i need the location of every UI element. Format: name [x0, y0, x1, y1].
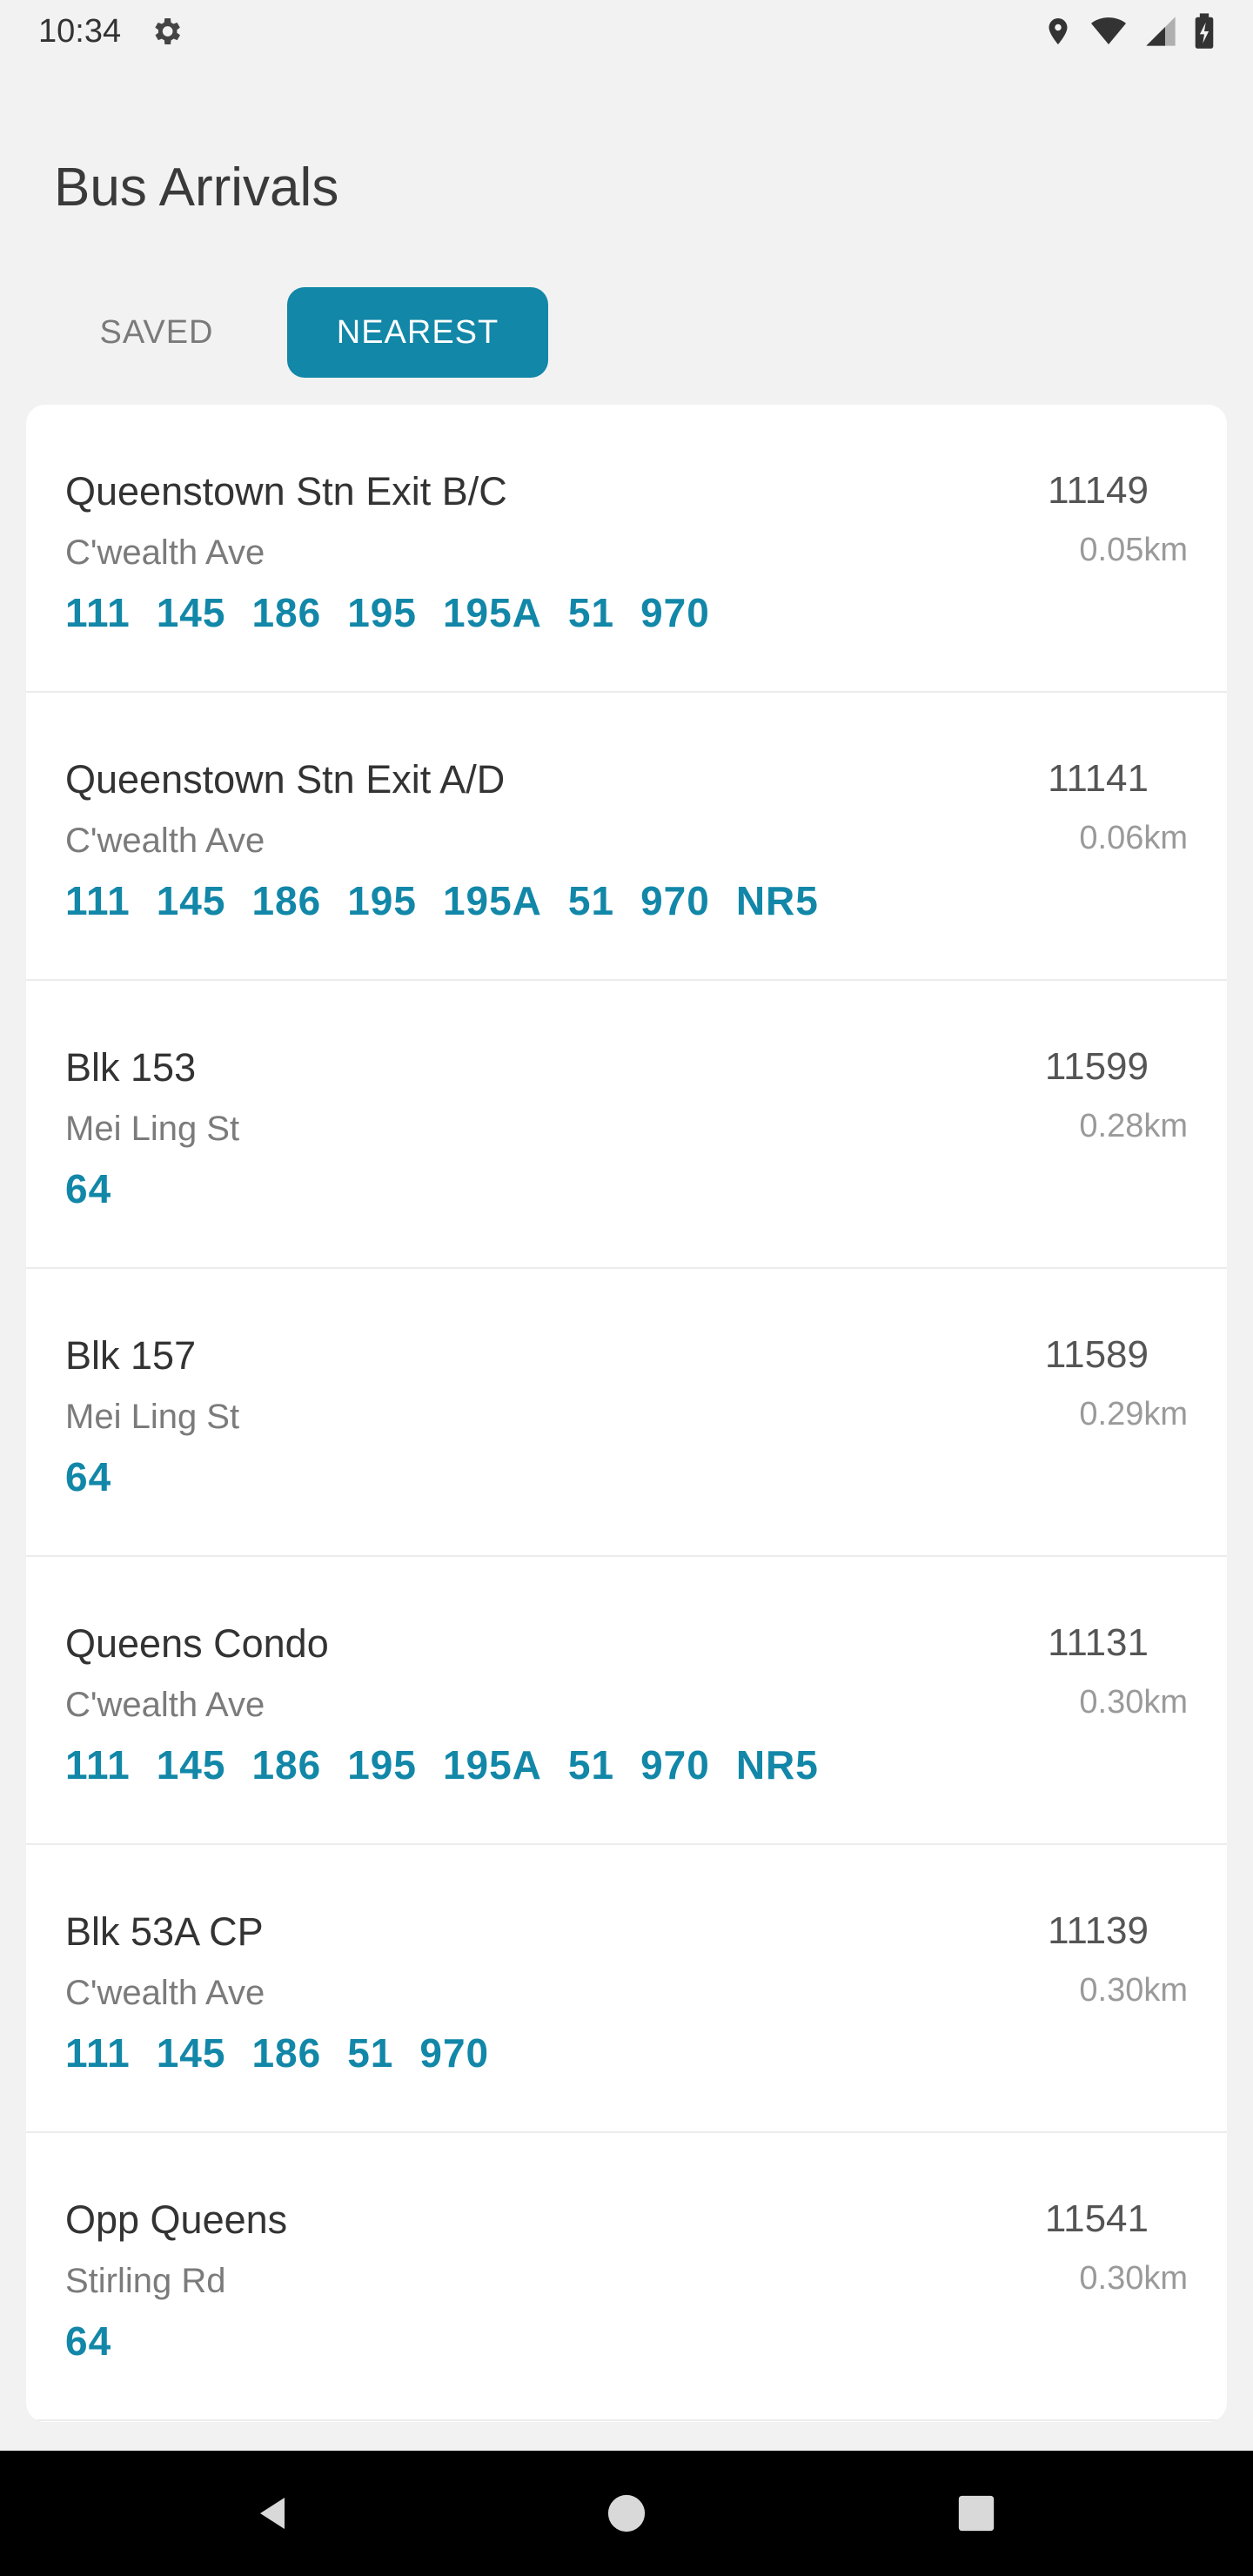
stop-name: Blk 53A CP [65, 1909, 264, 1954]
route-list: 111 145 186 195 195A 51 970 NR5 [65, 877, 819, 924]
navigation-bar [0, 2451, 1253, 2576]
stop-distance: 0.06km [1079, 820, 1188, 856]
status-icons [1042, 13, 1215, 50]
route-number: 145 [156, 2030, 226, 2076]
nearest-stops-list: Queenstown Stn Exit B/C C'wealth Ave 111… [26, 405, 1227, 2422]
status-bar: 10:34 [0, 0, 1253, 63]
route-number: 970 [640, 590, 710, 635]
stop-code: 11541 [1044, 2197, 1149, 2240]
cellular-icon [1146, 17, 1176, 46]
stop-road: C'wealth Ave [65, 1686, 265, 1724]
route-number: 186 [251, 2030, 322, 2076]
route-number: 195A [442, 1742, 542, 1788]
stop-name: Queenstown Stn Exit A/D [65, 757, 506, 802]
route-number: 186 [251, 878, 322, 923]
stop-code: 11131 [1048, 1621, 1149, 1664]
stop-distance: 0.29km [1079, 1396, 1188, 1432]
route-number: 195 [347, 590, 417, 635]
route-number: 195 [347, 878, 417, 923]
stop-code: 11589 [1044, 1333, 1149, 1376]
stop-code: 11141 [1048, 757, 1149, 800]
route-number: 51 [567, 1742, 615, 1788]
stop-code: 11139 [1048, 1909, 1149, 1952]
tab-saved[interactable]: SAVED [52, 287, 261, 378]
list-item[interactable]: Queenstown Stn Exit A/D C'wealth Ave 111… [26, 693, 1227, 981]
recents-icon[interactable] [957, 2494, 995, 2532]
status-time: 10:34 [38, 12, 122, 50]
list-item[interactable]: Blk 153 Mei Ling St 11599 0.28km 64 [26, 981, 1227, 1269]
stop-road: Mei Ling St [65, 1110, 240, 1148]
location-icon [1049, 18, 1068, 44]
stop-name: Queenstown Stn Exit B/C [65, 469, 507, 513]
stop-code: 11149 [1048, 469, 1149, 512]
stop-name: Blk 153 [65, 1045, 197, 1090]
route-list: 111 145 186 195 195A 51 970 NR5 [65, 1741, 819, 1788]
list-item[interactable]: Blk 53A CP C'wealth Ave 11139 0.30km 111… [26, 1845, 1227, 2133]
tab-bar: SAVED NEAREST [52, 287, 548, 378]
route-number: 51 [567, 590, 615, 635]
route-number: 195A [442, 878, 542, 923]
route-number: NR5 [735, 878, 819, 923]
route-number: 195 [347, 1742, 417, 1788]
stop-distance: 0.30km [1079, 2260, 1188, 2297]
stop-road: C'wealth Ave [65, 822, 265, 860]
stop-name: Opp Queens [65, 2197, 288, 2242]
route-number: 111 [65, 590, 131, 635]
page-title: Bus Arrivals [54, 158, 339, 218]
route-number: 970 [640, 878, 710, 923]
list-item[interactable]: Blk 157 Mei Ling St 11589 0.29km 64 [26, 1269, 1227, 1557]
route-list: 64 [65, 1165, 111, 1212]
route-number: 186 [251, 590, 322, 635]
stop-name: Queens Condo [65, 1621, 329, 1666]
battery-charging-icon [1195, 13, 1214, 49]
wifi-icon [1091, 17, 1126, 44]
route-number: 186 [251, 1742, 322, 1788]
route-number: 145 [156, 590, 226, 635]
route-number: 111 [65, 878, 131, 923]
stop-name: Blk 157 [65, 1333, 197, 1378]
route-list: 64 [65, 2318, 111, 2365]
route-number: 145 [156, 878, 226, 923]
stop-road: C'wealth Ave [65, 533, 265, 572]
route-number: 111 [65, 1742, 131, 1788]
route-list: 64 [65, 1453, 111, 1500]
stop-road: Mei Ling St [65, 1398, 240, 1436]
home-icon[interactable] [606, 2493, 647, 2533]
back-icon[interactable] [253, 2492, 295, 2534]
stop-road: C'wealth Ave [65, 1974, 265, 2012]
route-number: 195A [442, 590, 542, 635]
stop-distance: 0.28km [1079, 1108, 1188, 1144]
stop-code: 11599 [1044, 1045, 1149, 1088]
route-number: 51 [567, 878, 615, 923]
list-item[interactable]: Queenstown Stn Exit B/C C'wealth Ave 111… [26, 405, 1227, 693]
tab-nearest[interactable]: NEAREST [287, 287, 548, 378]
stop-road: Stirling Rd [65, 2262, 226, 2300]
gear-icon [155, 18, 181, 44]
route-number: 970 [419, 2030, 490, 2076]
stop-distance: 0.05km [1079, 532, 1188, 568]
route-number: 64 [65, 1166, 112, 1211]
list-item[interactable]: Queens Condo C'wealth Ave 11131 0.30km 1… [26, 1557, 1227, 1845]
route-number: 111 [65, 2030, 131, 2076]
stop-distance: 0.30km [1079, 1972, 1188, 2009]
route-number: 64 [65, 1454, 112, 1499]
route-number: 64 [65, 2318, 112, 2364]
route-number: 145 [156, 1742, 226, 1788]
list-item[interactable]: Opp Queens Stirling Rd 11541 0.30km 64 [26, 2133, 1227, 2421]
stop-distance: 0.30km [1079, 1684, 1188, 1721]
route-number: 51 [347, 2030, 394, 2076]
route-number: NR5 [735, 1742, 819, 1788]
route-number: 970 [640, 1742, 710, 1788]
route-list: 111 145 186 195 195A 51 970 [65, 589, 710, 636]
route-list: 111 145 186 51 970 [65, 2029, 489, 2076]
